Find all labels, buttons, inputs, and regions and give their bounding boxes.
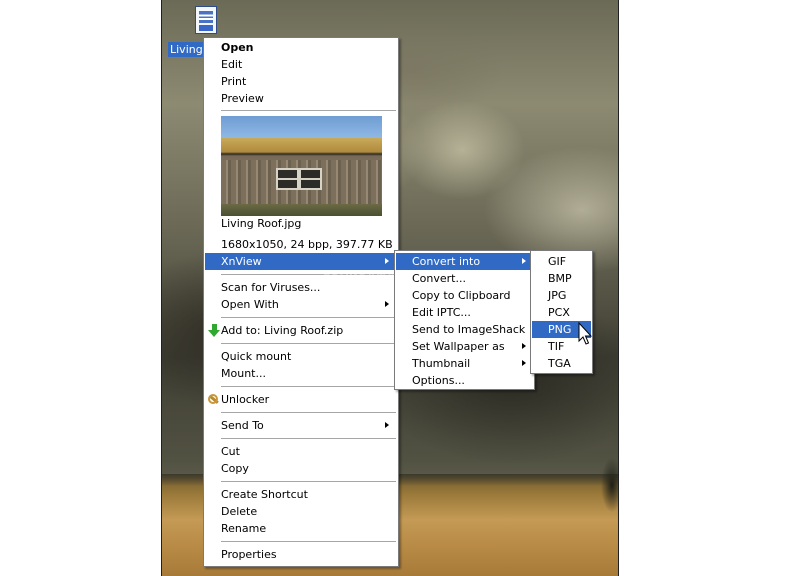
format-jpg[interactable]: JPG: [532, 287, 591, 304]
menu-item-copy-clipboard[interactable]: Copy to Clipboard: [396, 287, 533, 304]
submenu-arrow-icon: [385, 301, 389, 307]
menu-item-copy[interactable]: Copy: [205, 460, 397, 477]
menu-item-properties[interactable]: Properties: [205, 546, 397, 563]
menu-separator: [221, 481, 396, 482]
submenu-arrow-icon: [385, 422, 389, 428]
menu-item-unlocker[interactable]: Unlocker: [205, 391, 397, 408]
document-page: [195, 6, 217, 34]
preview-info: 1680x1050, 24 bpp, 397.77 KB: [221, 238, 393, 251]
menu-item-thumbnail[interactable]: Thumbnail: [396, 355, 533, 372]
format-pcx[interactable]: PCX: [532, 304, 591, 321]
menu-item-set-wallpaper[interactable]: Set Wallpaper as: [396, 338, 533, 355]
menu-separator: [221, 541, 396, 542]
convert-into-submenu: GIF BMP JPG PCX PNG TIF TGA: [530, 250, 593, 374]
format-gif[interactable]: GIF: [532, 253, 591, 270]
menu-item-cut[interactable]: Cut: [205, 443, 397, 460]
menu-separator: [221, 438, 396, 439]
menu-item-xnview[interactable]: XnView: [205, 253, 397, 270]
menu-item-open-with[interactable]: Open With: [205, 296, 397, 313]
tree-silhouette: [592, 455, 618, 525]
menu-item-scan-viruses[interactable]: Scan for Viruses...: [205, 279, 397, 296]
context-menu: Open Edit Print Preview Living Roof.jpg …: [203, 37, 399, 567]
submenu-arrow-icon: [385, 258, 389, 264]
submenu-arrow-icon: [522, 343, 526, 349]
menu-item-open[interactable]: Open: [205, 39, 397, 56]
xnview-submenu: Convert into Convert... Copy to Clipboar…: [394, 250, 535, 390]
menu-item-rename[interactable]: Rename: [205, 520, 397, 537]
image-preview-thumbnail: [221, 116, 382, 216]
menu-separator: [221, 412, 396, 413]
menu-item-open-with-label: Open With: [221, 298, 279, 311]
menu-item-send-imageshack[interactable]: Send to ImageShack: [396, 321, 533, 338]
menu-item-set-wallpaper-label: Set Wallpaper as: [412, 340, 505, 353]
menu-separator: [221, 110, 396, 111]
menu-separator: [221, 317, 396, 318]
mouse-pointer-icon: [578, 322, 592, 345]
menu-separator: [221, 386, 396, 387]
format-bmp[interactable]: BMP: [532, 270, 591, 287]
menu-item-quick-mount[interactable]: Quick mount: [205, 348, 397, 365]
submenu-arrow-icon: [522, 258, 526, 264]
menu-item-create-shortcut[interactable]: Create Shortcut: [205, 486, 397, 503]
menu-item-edit-iptc[interactable]: Edit IPTC...: [396, 304, 533, 321]
wand-icon: [208, 393, 221, 406]
menu-item-add-to-zip-label: Add to: Living Roof.zip: [221, 324, 344, 337]
menu-item-convert-into[interactable]: Convert into: [396, 253, 533, 270]
menu-item-preview[interactable]: Preview: [205, 90, 397, 107]
menu-item-print[interactable]: Print: [205, 73, 397, 90]
menu-item-unlocker-label: Unlocker: [221, 393, 270, 406]
green-arrow-down-icon: [208, 324, 221, 337]
preview-filename: Living Roof.jpg: [221, 217, 302, 230]
submenu-arrow-icon: [522, 360, 526, 366]
menu-item-thumbnail-label: Thumbnail: [412, 357, 471, 370]
menu-item-add-to-zip[interactable]: Add to: Living Roof.zip: [205, 322, 397, 339]
format-tga[interactable]: TGA: [532, 355, 591, 372]
menu-item-convert[interactable]: Convert...: [396, 270, 533, 287]
document-icon[interactable]: [193, 6, 221, 38]
menu-separator: [221, 343, 396, 344]
menu-item-send-to-label: Send To: [221, 419, 264, 432]
menu-item-convert-into-label: Convert into: [412, 255, 481, 268]
menu-item-edit[interactable]: Edit: [205, 56, 397, 73]
menu-item-send-to[interactable]: Send To: [205, 417, 397, 434]
menu-item-mount[interactable]: Mount...: [205, 365, 397, 382]
menu-item-xnview-label: XnView: [221, 255, 262, 268]
menu-item-options[interactable]: Options...: [396, 372, 533, 389]
menu-item-delete[interactable]: Delete: [205, 503, 397, 520]
